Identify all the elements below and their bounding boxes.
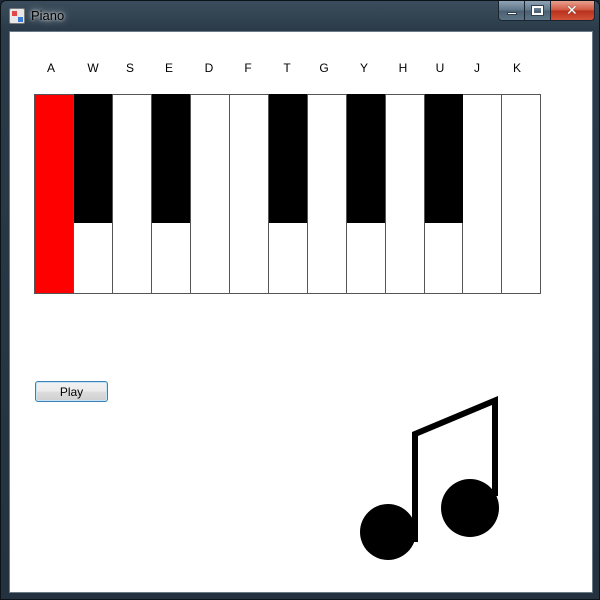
title-bar[interactable]: Piano ✕ (1, 1, 599, 31)
client-area: A W S E D F T G Y H U J K Play (9, 31, 593, 593)
key-label-g: G (319, 61, 329, 75)
key-label-d: D (204, 61, 214, 75)
key-label-k: K (512, 61, 521, 75)
key-label-h: H (398, 61, 408, 75)
piano-key-e[interactable] (152, 94, 190, 223)
piano-key-y[interactable] (347, 94, 385, 223)
music-note-icon (358, 392, 504, 564)
piano-key-g[interactable] (190, 94, 230, 294)
piano-key-white-10[interactable] (385, 94, 425, 294)
key-label-y: Y (359, 61, 368, 75)
play-button[interactable]: Play (35, 381, 108, 402)
piano-key-w[interactable] (74, 94, 112, 223)
app-window: Piano ✕ A W S E D F T G Y H U J K Play (0, 0, 600, 600)
key-label-t: T (283, 61, 291, 75)
piano-key-k[interactable] (307, 94, 347, 294)
minimize-button[interactable] (498, 1, 525, 21)
piano-key-d[interactable] (112, 94, 152, 294)
window-controls: ✕ (498, 1, 595, 21)
maximize-button[interactable] (525, 1, 551, 21)
key-label-j: J (474, 61, 480, 75)
piano-key-u[interactable] (425, 94, 463, 223)
key-label-a: A (46, 61, 55, 75)
key-label-w: W (87, 61, 99, 75)
piano-key-h[interactable] (229, 94, 269, 294)
maximize-icon (531, 5, 544, 16)
app-icon (9, 8, 25, 24)
piano-key-white-13[interactable] (501, 94, 541, 294)
key-label-e: E (164, 61, 173, 75)
key-label-s: S (125, 61, 134, 75)
piano-key-a[interactable] (34, 94, 74, 294)
close-icon: ✕ (566, 3, 578, 19)
piano-key-t[interactable] (269, 94, 307, 223)
close-button[interactable]: ✕ (551, 1, 595, 21)
key-label-f: F (244, 61, 252, 75)
key-label-u: U (435, 61, 445, 75)
minimize-icon (507, 12, 517, 15)
window-title: Piano (31, 8, 65, 23)
piano-key-white-12[interactable] (462, 94, 502, 294)
